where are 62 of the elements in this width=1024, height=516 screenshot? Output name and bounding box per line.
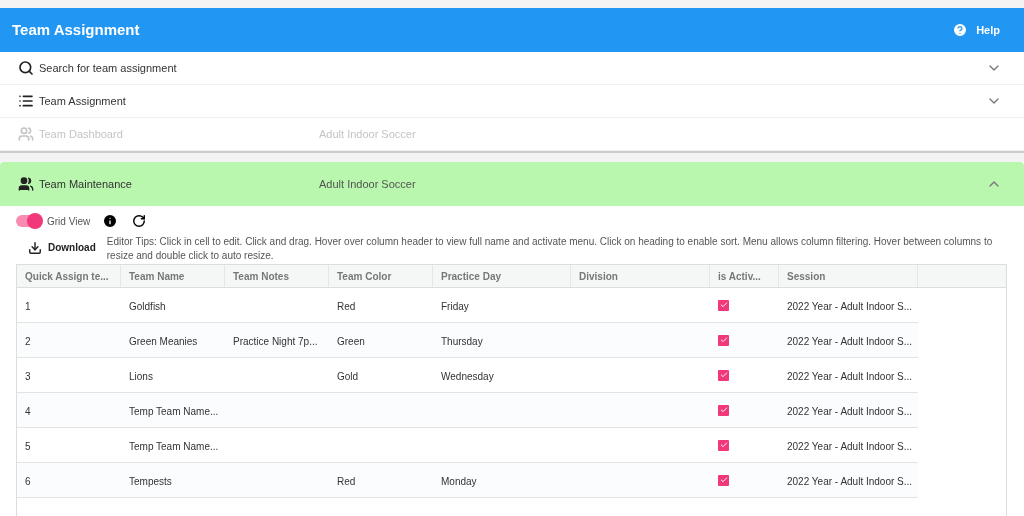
column-header[interactable]: is Activ... — [710, 265, 779, 287]
section-title: Team Dashboard — [39, 126, 124, 142]
table-cell: 2022 Year - Adult Indoor S... — [787, 406, 913, 417]
help-button[interactable]: Help — [952, 21, 1000, 39]
table-cell: 2022 Year - Adult Indoor S... — [787, 301, 913, 312]
section-title: Team Maintenance — [39, 176, 133, 192]
table-cell: Tempests — [129, 476, 172, 487]
table-cell: Monday — [441, 476, 477, 487]
column-header[interactable]: Quick Assign te... — [17, 265, 121, 287]
search-icon — [18, 60, 34, 76]
checkbox[interactable] — [718, 369, 729, 381]
refresh-icon[interactable] — [132, 214, 147, 228]
column-header[interactable]: Team Notes — [225, 265, 329, 287]
checkbox[interactable] — [718, 474, 729, 486]
table-cell: 2022 Year - Adult Indoor S... — [787, 441, 913, 452]
table-cell: Goldfish — [129, 301, 166, 312]
download-icon — [28, 240, 42, 255]
column-header[interactable]: Practice Day — [433, 265, 571, 287]
column-header[interactable]: Session — [779, 265, 918, 287]
table-cell: Temp Team Name... — [129, 441, 219, 452]
people-icon — [18, 176, 34, 192]
section-title: Search for team assignment — [39, 60, 178, 76]
table-cell: 5 — [25, 441, 31, 452]
table-cell: 1 — [25, 301, 31, 312]
table-cell: Friday — [441, 301, 469, 312]
table-cell: Practice Night 7p... — [233, 336, 318, 347]
checkbox[interactable] — [718, 404, 729, 416]
checkbox[interactable] — [718, 299, 729, 311]
table-cell: 2 — [25, 336, 31, 347]
column-header[interactable]: Team Name — [121, 265, 225, 287]
table-cell: Red — [337, 301, 356, 312]
section-subtitle: Adult Indoor Soccer — [319, 126, 416, 142]
table-cell: 6 — [25, 476, 31, 487]
checkbox[interactable] — [718, 334, 729, 346]
people-icon — [18, 126, 34, 142]
table-cell: Gold — [337, 371, 359, 382]
section-title: Team Assignment — [39, 93, 127, 109]
table-cell: 2022 Year - Adult Indoor S... — [787, 371, 913, 382]
toggle-switch[interactable] — [16, 215, 42, 227]
editor-tips: Editor Tips: Click in cell to edit. Click and drag. Hover over column header to view full name and activate menu. Click on heading to enable sort. Menu allows column filtering. Hover between columns to resize and double click to auto resize. — [106, 235, 994, 263]
column-header[interactable]: Team Color — [329, 265, 433, 287]
help-icon — [952, 22, 969, 38]
accordion-section[interactable]: Team Maintenance Adult Indoor Soccer — [0, 162, 1024, 206]
download-button[interactable]: Download — [28, 240, 96, 255]
info-icon[interactable] — [102, 213, 119, 229]
table-cell: Temp Team Name... — [129, 406, 219, 417]
section-subtitle: Adult Indoor Soccer — [319, 176, 416, 192]
table-cell: 3 — [25, 371, 31, 382]
toggle-label: Grid View — [47, 214, 91, 229]
table-cell: Wednesday — [441, 371, 494, 382]
table-cell: Red — [337, 476, 356, 487]
table-cell: 2022 Year - Adult Indoor S... — [787, 476, 913, 487]
table-cell: Lions — [129, 371, 153, 382]
list-icon — [18, 93, 34, 109]
checkbox[interactable] — [718, 439, 729, 451]
table-cell: 4 — [25, 406, 31, 417]
table-cell: Green — [337, 336, 365, 347]
table-cell: Green Meanies — [129, 336, 198, 347]
app-title: Team Assignment — [12, 19, 140, 40]
table-cell: 2022 Year - Adult Indoor S... — [787, 336, 913, 347]
table-cell: Thursday — [441, 336, 483, 347]
column-header[interactable]: Division — [571, 265, 710, 287]
